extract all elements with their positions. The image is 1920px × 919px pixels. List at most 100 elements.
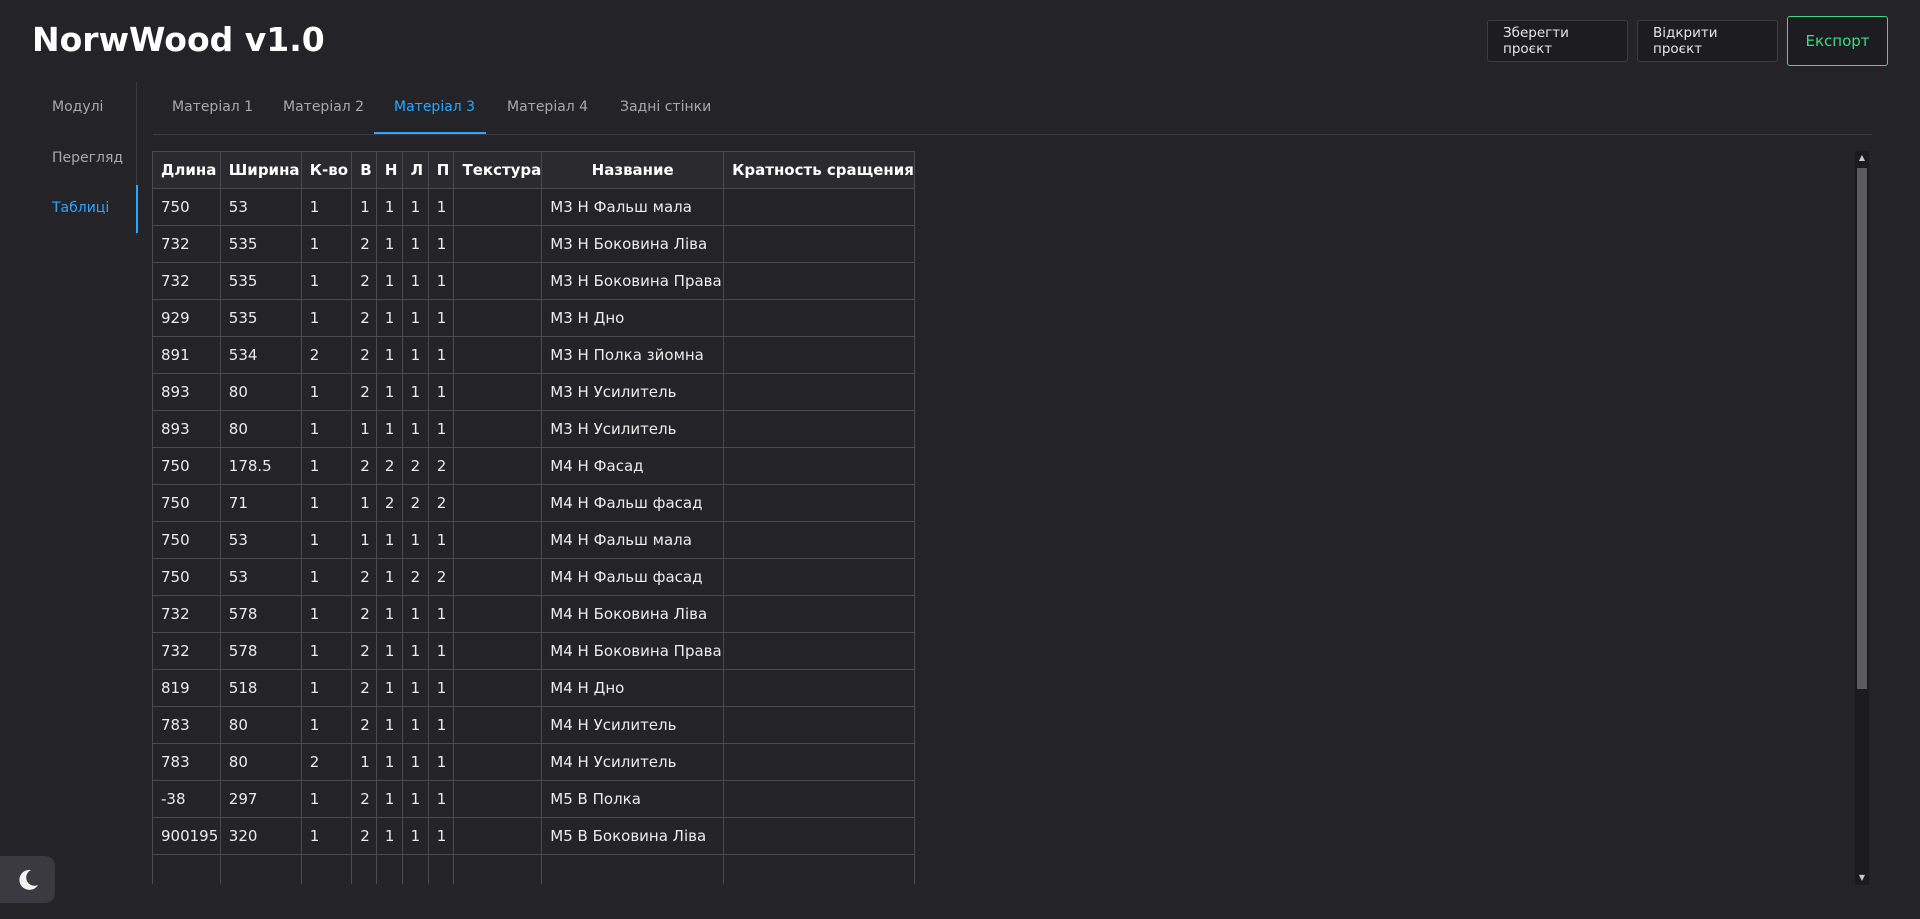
table-cell[interactable] — [723, 336, 915, 374]
table-cell[interactable]: 1 — [427, 410, 455, 448]
table-cell[interactable]: 2 — [351, 225, 377, 263]
column-header[interactable]: П — [427, 151, 455, 189]
table-cell[interactable]: 1 — [427, 706, 455, 744]
table-cell[interactable]: 1 — [300, 706, 353, 744]
table-cell[interactable] — [723, 854, 915, 884]
table-cell[interactable]: 1 — [300, 558, 353, 596]
table-row[interactable]: 750 53 1 1 1 1 1 М4 Н Фальш мала — [152, 521, 915, 559]
column-header[interactable]: В — [351, 151, 377, 189]
table-row[interactable] — [152, 854, 915, 884]
table-cell[interactable]: 1 — [300, 669, 353, 707]
table-row[interactable]: 900195 320 1 2 1 1 1 М5 В Боковина Ліва — [152, 817, 915, 855]
table-cell[interactable]: 891 — [152, 336, 221, 374]
table-cell[interactable]: 2 — [351, 632, 377, 670]
table-cell[interactable]: 1 — [375, 521, 403, 559]
table-cell[interactable]: 1 — [427, 669, 455, 707]
table-cell[interactable]: 732 — [152, 632, 221, 670]
table-cell[interactable]: 1 — [401, 225, 429, 263]
table-cell[interactable]: 1 — [300, 595, 353, 633]
table-cell[interactable]: 732 — [152, 262, 221, 300]
export-button[interactable]: Експорт — [1787, 16, 1888, 66]
table-cell[interactable]: М4 Н Дно — [541, 669, 725, 707]
table-cell[interactable] — [453, 780, 543, 818]
table-cell[interactable]: 1 — [427, 743, 455, 781]
table-cell[interactable]: 750 — [152, 188, 221, 226]
scroll-down-arrow-icon[interactable]: ▼ — [1855, 871, 1869, 885]
table-cell[interactable] — [219, 854, 302, 884]
table-cell[interactable] — [723, 188, 915, 226]
vertical-scrollbar[interactable]: ▲ ▼ — [1855, 151, 1869, 885]
table-cell[interactable]: 1 — [351, 410, 377, 448]
table-row[interactable]: 819 518 1 2 1 1 1 М4 Н Дно — [152, 669, 915, 707]
table-cell[interactable]: 819 — [152, 669, 221, 707]
table-cell[interactable]: 1 — [427, 299, 455, 337]
table-cell[interactable] — [723, 706, 915, 744]
table-cell[interactable] — [375, 854, 403, 884]
table-cell[interactable] — [453, 410, 543, 448]
table-cell[interactable]: 1 — [427, 521, 455, 559]
table-cell[interactable]: 1 — [300, 817, 353, 855]
table-cell[interactable] — [300, 854, 353, 884]
table-cell[interactable]: 2 — [427, 484, 455, 522]
table-cell[interactable]: 1 — [351, 188, 377, 226]
table-cell[interactable] — [723, 669, 915, 707]
table-row[interactable]: 750 178.5 1 2 2 2 2 М4 Н Фасад — [152, 447, 915, 485]
table-cell[interactable]: М5 В Полка — [541, 780, 725, 818]
table-cell[interactable]: 80 — [219, 743, 302, 781]
table-cell[interactable]: 929 — [152, 299, 221, 337]
table-cell[interactable]: 2 — [375, 447, 403, 485]
table-row[interactable]: 891 534 2 2 1 1 1 М3 Н Полка зйомна — [152, 336, 915, 374]
table-cell[interactable]: 1 — [401, 521, 429, 559]
table-cell[interactable]: 2 — [401, 558, 429, 596]
table-cell[interactable] — [453, 484, 543, 522]
table-cell[interactable]: 1 — [300, 521, 353, 559]
table-cell[interactable]: 1 — [427, 595, 455, 633]
table-cell[interactable] — [723, 521, 915, 559]
table-cell[interactable]: 1 — [427, 780, 455, 818]
table-cell[interactable] — [453, 373, 543, 411]
table-cell[interactable]: 893 — [152, 410, 221, 448]
table-cell[interactable]: 1 — [375, 373, 403, 411]
tab-material-1[interactable]: Матеріал 1 — [172, 99, 253, 115]
table-cell[interactable]: 1 — [401, 817, 429, 855]
table-cell[interactable]: 1 — [300, 262, 353, 300]
table-cell[interactable]: 297 — [219, 780, 302, 818]
table-cell[interactable]: 1 — [375, 669, 403, 707]
table-cell[interactable]: 750 — [152, 558, 221, 596]
table-cell[interactable]: М3 Н Усилитель — [541, 410, 725, 448]
table-cell[interactable]: М3 Н Усилитель — [541, 373, 725, 411]
table-cell[interactable]: 2 — [351, 558, 377, 596]
table-cell[interactable] — [723, 225, 915, 263]
table-cell[interactable] — [541, 854, 725, 884]
table-cell[interactable]: 53 — [219, 521, 302, 559]
table-cell[interactable] — [453, 336, 543, 374]
table-cell[interactable]: 1 — [375, 188, 403, 226]
table-cell[interactable]: 750 — [152, 521, 221, 559]
table-cell[interactable]: 1 — [300, 188, 353, 226]
table-cell[interactable]: 1 — [401, 299, 429, 337]
column-header[interactable]: Кратность сращения — [723, 151, 915, 189]
table-cell[interactable]: 900195 — [152, 817, 221, 855]
table-row[interactable]: 893 80 1 2 1 1 1 М3 Н Усилитель — [152, 373, 915, 411]
table-cell[interactable]: 2 — [300, 336, 353, 374]
table-cell[interactable]: 1 — [300, 484, 353, 522]
table-cell[interactable]: 534 — [219, 336, 302, 374]
column-header[interactable]: Ширина — [219, 151, 302, 189]
column-header[interactable]: Н — [375, 151, 403, 189]
tab-back-panels[interactable]: Задні стінки — [620, 99, 711, 115]
table-cell[interactable]: 732 — [152, 595, 221, 633]
table-cell[interactable]: М3 Н Дно — [541, 299, 725, 337]
table-cell[interactable]: М4 Н Фасад — [541, 447, 725, 485]
table-cell[interactable]: М3 Н Фальш мала — [541, 188, 725, 226]
table-cell[interactable]: М4 Н Усилитель — [541, 743, 725, 781]
table-cell[interactable]: 1 — [375, 262, 403, 300]
table-cell[interactable] — [453, 521, 543, 559]
table-cell[interactable] — [723, 410, 915, 448]
table-cell[interactable]: 1 — [375, 817, 403, 855]
scrollbar-thumb[interactable] — [1857, 168, 1867, 689]
table-cell[interactable] — [723, 632, 915, 670]
table-cell[interactable] — [723, 299, 915, 337]
table-row[interactable]: -38 297 1 2 1 1 1 М5 В Полка — [152, 780, 915, 818]
table-cell[interactable]: 1 — [401, 373, 429, 411]
column-header[interactable]: К-во — [300, 151, 353, 189]
